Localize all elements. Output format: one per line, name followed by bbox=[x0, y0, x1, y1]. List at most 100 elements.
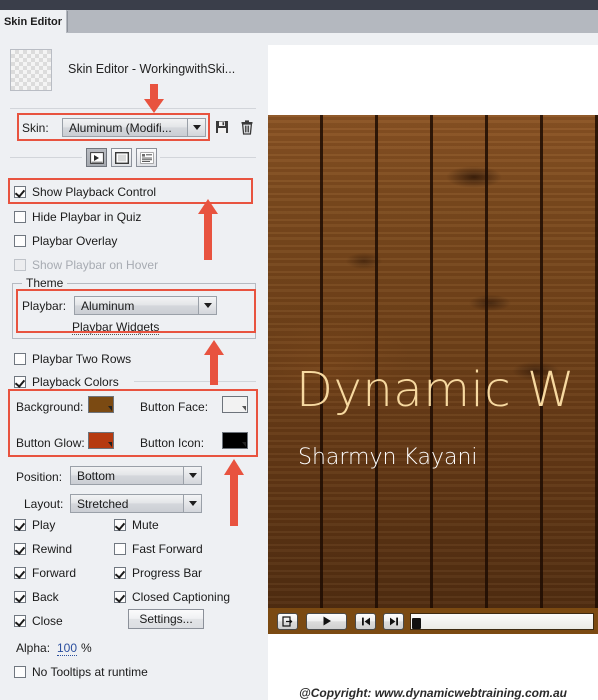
forward-to-end-icon bbox=[389, 617, 398, 625]
alpha-value[interactable]: 100 bbox=[57, 641, 78, 656]
save-skin-button[interactable] bbox=[213, 118, 231, 136]
checkbox-label: Rewind bbox=[32, 542, 73, 556]
checkbox-label: Back bbox=[32, 590, 59, 604]
checkbox-box bbox=[14, 353, 26, 365]
checkbox-close[interactable]: Close bbox=[14, 614, 63, 628]
chevron-down-icon[interactable] bbox=[198, 297, 216, 314]
background-color-swatch[interactable] bbox=[88, 396, 114, 413]
skin-select-value: Aluminum (Modifi... bbox=[69, 120, 172, 135]
tool-playbar[interactable] bbox=[86, 148, 107, 167]
chevron-down-icon[interactable] bbox=[183, 467, 201, 484]
checkbox-label: Play bbox=[32, 518, 56, 532]
playbar-rewind-button[interactable] bbox=[355, 612, 376, 630]
border-square-icon bbox=[114, 151, 129, 164]
checkbox-label: Forward bbox=[32, 566, 77, 580]
playbar-widgets-link[interactable]: Playbar Widgets bbox=[72, 320, 160, 335]
position-label: Position: bbox=[16, 470, 63, 484]
theme-groupbox-title: Theme bbox=[22, 276, 68, 290]
floppy-disk-save-icon bbox=[216, 121, 228, 133]
playbar-play-button[interactable] bbox=[306, 612, 347, 630]
checkbox-box bbox=[14, 567, 26, 579]
playbar-progress-track[interactable] bbox=[410, 612, 594, 630]
checkbox-no-tooltips[interactable]: No Tooltips at runtime bbox=[14, 665, 148, 679]
checkbox-box bbox=[114, 567, 126, 579]
settings-button[interactable]: Settings... bbox=[128, 609, 204, 629]
checkbox-box bbox=[14, 235, 26, 247]
tab-bar-empty-area bbox=[67, 11, 598, 32]
skin-select[interactable]: Aluminum (Modifi... bbox=[62, 118, 206, 137]
tool-toc[interactable] bbox=[136, 148, 157, 167]
checkbox-box bbox=[114, 519, 126, 531]
tab-bar-underline bbox=[0, 33, 598, 40]
preview-white-area bbox=[268, 45, 598, 115]
skin-label: Skin: bbox=[22, 121, 49, 135]
checkbox-label: Hide Playbar in Quiz bbox=[32, 210, 142, 224]
checkbox-show-playback-control[interactable]: Show Playback Control bbox=[14, 185, 156, 199]
checkbox-closed-captioning[interactable]: Closed Captioning bbox=[114, 590, 230, 604]
slide-subtitle: Sharmyn Kayani bbox=[298, 445, 478, 470]
checkbox-box bbox=[114, 591, 126, 603]
checkbox-label: Closed Captioning bbox=[132, 590, 231, 604]
title-bar-strip bbox=[0, 0, 598, 10]
delete-skin-button[interactable] bbox=[238, 118, 256, 136]
checkbox-rewind[interactable]: Rewind bbox=[14, 542, 72, 556]
checkbox-play[interactable]: Play bbox=[14, 518, 55, 532]
checkbox-box bbox=[14, 666, 26, 678]
checkbox-back[interactable]: Back bbox=[14, 590, 59, 604]
checkbox-progress-bar[interactable]: Progress Bar bbox=[114, 566, 202, 580]
preview-panel: Dynamic W Sharmyn Kayani @Copyright: www… bbox=[268, 40, 598, 700]
layout-value: Stretched bbox=[77, 496, 129, 511]
checkbox-box bbox=[14, 376, 26, 388]
checkbox-hide-playbar-in-quiz[interactable]: Hide Playbar in Quiz bbox=[14, 210, 141, 224]
slide-stage: Dynamic W Sharmyn Kayani bbox=[268, 115, 598, 608]
divider-toolbar-left bbox=[10, 157, 82, 158]
checkbox-label: No Tooltips at runtime bbox=[32, 665, 148, 679]
checkbox-forward[interactable]: Forward bbox=[14, 566, 76, 580]
checkbox-label: Playbar Two Rows bbox=[32, 352, 132, 366]
copyright-text: @Copyright: www.dynamicwebtraining.com.a… bbox=[299, 686, 567, 700]
position-value: Bottom bbox=[77, 468, 116, 483]
divider-playback-colors bbox=[134, 381, 256, 382]
tool-borders[interactable] bbox=[111, 148, 132, 167]
layout-select[interactable]: Stretched bbox=[70, 494, 202, 513]
exit-button-icon bbox=[282, 615, 293, 627]
alpha-label: Alpha: bbox=[16, 641, 51, 655]
checkbox-playbar-overlay[interactable]: Playbar Overlay bbox=[14, 234, 117, 248]
checkbox-box bbox=[14, 519, 26, 531]
checkbox-mute[interactable]: Mute bbox=[114, 518, 159, 532]
checkbox-label: Show Playbar on Hover bbox=[32, 258, 159, 272]
document-thumbnail bbox=[10, 49, 52, 91]
button-icon-color-swatch[interactable] bbox=[222, 432, 248, 449]
playbar-theme-value: Aluminum bbox=[81, 298, 135, 313]
tab-skin-editor-label: Skin Editor bbox=[3, 16, 63, 28]
checkbox-fast-forward[interactable]: Fast Forward bbox=[114, 542, 203, 556]
position-select[interactable]: Bottom bbox=[70, 466, 202, 485]
button-face-color-swatch[interactable] bbox=[222, 396, 248, 413]
tab-skin-editor[interactable]: Skin Editor bbox=[0, 10, 66, 34]
playbar-theme-label: Playbar: bbox=[22, 299, 67, 313]
chevron-down-icon[interactable] bbox=[187, 119, 205, 136]
button-face-color-label: Button Face: bbox=[140, 400, 209, 414]
checkbox-label: Playbar Overlay bbox=[32, 234, 118, 248]
checkbox-box bbox=[114, 543, 126, 555]
slide-title: Dynamic W bbox=[296, 362, 575, 418]
checkbox-show-playbar-on-hover: Show Playbar on Hover bbox=[14, 258, 158, 272]
layout-label: Layout: bbox=[24, 497, 64, 511]
checkbox-box bbox=[14, 543, 26, 555]
checkbox-playbar-two-rows[interactable]: Playbar Two Rows bbox=[14, 352, 131, 366]
playbar-exit-button[interactable] bbox=[277, 612, 298, 630]
checkbox-playback-colors[interactable]: Playback Colors bbox=[14, 375, 119, 389]
chevron-down-icon[interactable] bbox=[183, 495, 201, 512]
checkbox-label: Progress Bar bbox=[132, 566, 203, 580]
button-icon-color-label: Button Icon: bbox=[140, 436, 205, 450]
playbar[interactable] bbox=[268, 608, 598, 634]
checkbox-box bbox=[14, 186, 26, 198]
playbar-forward-button[interactable] bbox=[383, 612, 404, 630]
button-glow-color-swatch[interactable] bbox=[88, 432, 114, 449]
playbar-progress-knob[interactable] bbox=[412, 617, 421, 629]
rewind-to-start-icon bbox=[361, 617, 370, 625]
settings-button-label: Settings... bbox=[139, 612, 193, 626]
playbar-theme-select[interactable]: Aluminum bbox=[74, 296, 217, 315]
checkbox-box bbox=[14, 591, 26, 603]
play-triangle-icon bbox=[323, 616, 331, 626]
